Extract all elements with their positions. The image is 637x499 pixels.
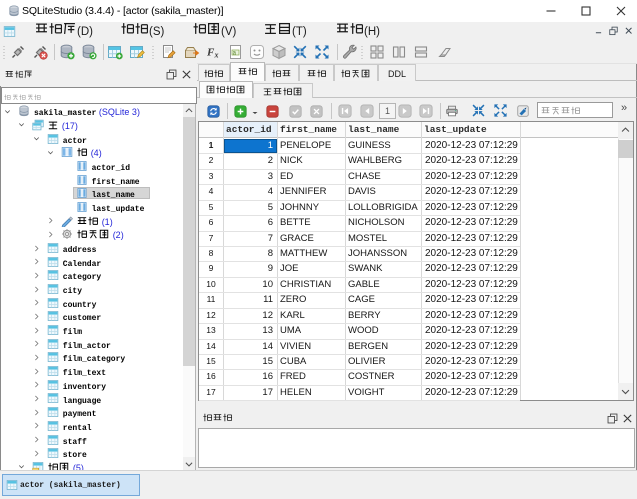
svg-text:x: x [214, 51, 219, 60]
svg-text:a: a [233, 50, 237, 57]
